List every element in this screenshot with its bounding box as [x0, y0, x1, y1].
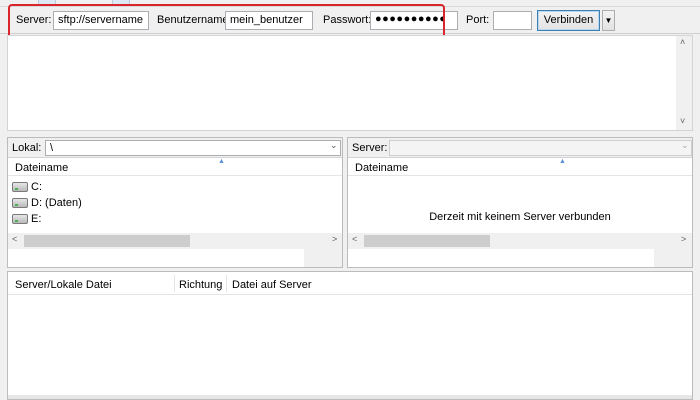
column-label-filename: Dateiname [355, 162, 409, 174]
chevron-down-icon[interactable]: ⌄ [330, 140, 338, 151]
port-label: Port: [466, 14, 490, 26]
local-pane: Lokal: \ ⌄ Dateiname ▲ C: D: (Daten) E: … [7, 137, 343, 268]
column-label-direction[interactable]: Richtung [179, 279, 222, 291]
column-divider[interactable] [226, 275, 227, 292]
removable-drive-icon [12, 214, 28, 224]
drive-label: C: [31, 181, 42, 193]
sort-indicator-icon: ▲ [218, 158, 225, 165]
transfer-queue: Server/Lokale Datei Richtung Datei auf S… [7, 271, 693, 400]
hard-drive-icon [12, 182, 28, 192]
list-item-drive[interactable]: E: [12, 211, 41, 227]
remote-hscrollbar[interactable]: < > [348, 233, 692, 249]
remote-path-bar: Server: ⌄ [348, 138, 692, 158]
port-input[interactable] [493, 11, 532, 30]
remote-path-label: Server: [352, 142, 388, 154]
connect-dropdown-button[interactable]: ▼ [602, 10, 615, 31]
remote-path-combo[interactable] [389, 140, 692, 156]
scroll-right-icon[interactable]: > [332, 234, 337, 244]
column-label-server-local-file[interactable]: Server/Lokale Datei [15, 279, 112, 291]
scroll-left-icon[interactable]: < [12, 234, 17, 244]
local-path-combo[interactable]: \ [45, 140, 341, 156]
list-item-drive[interactable]: D: (Daten) [12, 195, 82, 211]
scroll-thumb[interactable] [364, 235, 490, 247]
queue-hscrollbar[interactable] [8, 395, 692, 399]
local-column-header[interactable]: Dateiname ▲ [8, 158, 342, 176]
message-log: ˄ ˅ [7, 35, 693, 131]
status-strip [304, 249, 342, 267]
remote-pane: Server: ⌄ Dateiname ▲ Derzeit mit keinem… [347, 137, 693, 268]
column-label-filename: Dateiname [15, 162, 69, 174]
queue-header: Server/Lokale Datei Richtung Datei auf S… [8, 272, 692, 295]
scroll-thumb[interactable] [24, 235, 190, 247]
local-path-bar: Lokal: \ ⌄ [8, 138, 342, 158]
local-hscrollbar[interactable]: < > [8, 233, 342, 249]
hard-drive-icon [12, 198, 28, 208]
column-label-remote-file[interactable]: Datei auf Server [232, 279, 311, 291]
column-divider[interactable] [174, 275, 175, 292]
log-scrollbar[interactable]: ˄ ˅ [676, 36, 692, 130]
chevron-down-icon[interactable]: ⌄ [681, 140, 689, 151]
drive-label: D: (Daten) [31, 197, 82, 209]
highlight-box [8, 4, 445, 39]
connect-button[interactable]: Verbinden [537, 10, 600, 31]
status-strip [654, 249, 692, 267]
drive-label: E: [31, 213, 42, 225]
chevron-down-icon: ▼ [604, 16, 613, 25]
local-path-label: Lokal: [12, 142, 42, 154]
sort-indicator-icon: ▲ [559, 158, 566, 165]
scroll-right-icon[interactable]: > [681, 234, 686, 244]
scroll-left-icon[interactable]: < [352, 234, 357, 244]
scroll-down-icon[interactable]: ˅ [680, 116, 685, 126]
scroll-up-icon[interactable]: ˄ [680, 37, 685, 47]
list-item-drive[interactable]: C: [12, 179, 42, 195]
empty-message: Derzeit mit keinem Server verbunden [429, 211, 611, 223]
remote-column-header[interactable]: Dateiname ▲ [348, 158, 692, 176]
